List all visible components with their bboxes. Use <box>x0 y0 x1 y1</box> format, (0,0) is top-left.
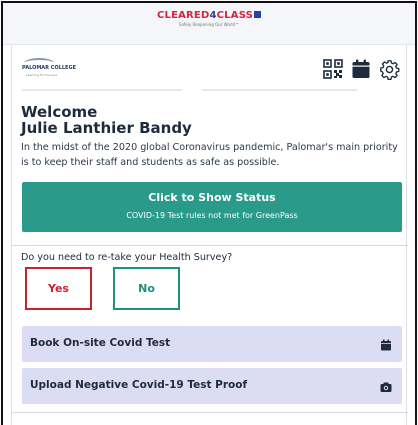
yes-button[interactable]: Yes <box>25 267 92 310</box>
show-status-button[interactable]: Click to Show Status COVID-19 Test rules… <box>22 182 402 232</box>
bottom-divider <box>12 412 408 413</box>
survey-question: Do you need to re-take your Health Surve… <box>21 252 233 263</box>
section-divider <box>12 245 408 246</box>
brand-bar: CLEARED4CLASS Safely Reopening Our World… <box>3 3 415 45</box>
header-icons <box>322 57 400 81</box>
calendar-icon <box>381 339 391 351</box>
status-subtitle: COVID-19 Test rules not met for GreenPas… <box>126 211 298 220</box>
user-name: Julie Lanthier Bandy <box>21 119 192 137</box>
camera-icon <box>380 382 392 392</box>
upload-proof-button[interactable]: Upload Negative Covid-19 Test Proof <box>22 368 402 404</box>
gear-icon[interactable] <box>378 58 400 80</box>
college-logo: PALOMAR COLLEGE Learning for Success <box>22 57 78 81</box>
brand-name-part2: 4 <box>209 10 217 21</box>
brand-name-part1: CLEARED <box>156 10 210 21</box>
intro-text: In the midst of the 2020 global Coronavi… <box>21 142 398 168</box>
no-button[interactable]: No <box>113 267 180 310</box>
header-dividers <box>12 89 408 91</box>
upload-proof-label: Upload Negative Covid-19 Test Proof <box>30 379 248 391</box>
qr-code-icon[interactable] <box>322 58 344 80</box>
main-card: PALOMAR COLLEGE Learning for Success Wel… <box>11 45 408 425</box>
status-title: Click to Show Status <box>148 191 276 204</box>
divider-left <box>22 89 182 91</box>
brand-logo: CLEARED4CLASS <box>3 10 415 21</box>
brand-name-part3: CLASS <box>216 10 254 21</box>
calendar-icon[interactable] <box>350 58 372 80</box>
book-test-label: Book On-site Covid Test <box>30 337 171 349</box>
divider-right <box>202 89 357 91</box>
brand-tagline: Safely Reopening Our World™ <box>178 22 240 27</box>
brand-badge-icon <box>254 11 262 18</box>
logo-subtext: Learning for Success <box>26 73 58 77</box>
app-frame: CLEARED4CLASS Safely Reopening Our World… <box>1 1 417 425</box>
logo-text: PALOMAR COLLEGE <box>22 65 76 71</box>
book-test-button[interactable]: Book On-site Covid Test <box>22 326 402 362</box>
